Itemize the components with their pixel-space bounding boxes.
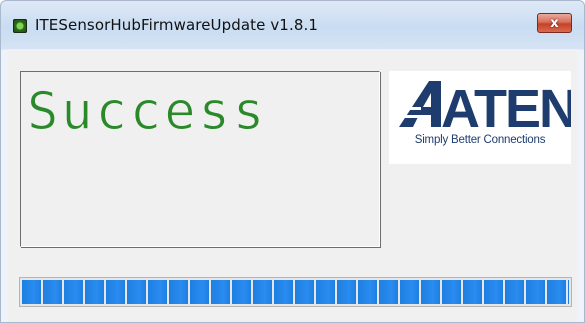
window-title: ITESensorHubFirmwareUpdate v1.8.1 [35, 16, 318, 34]
app-chip-icon [13, 19, 27, 33]
aten-logo-mark: ATEN [397, 79, 571, 137]
status-text: Success [26, 82, 268, 143]
aten-brand-text: ATEN [441, 79, 571, 137]
aten-logo: ATEN Simply Better Connections [389, 71, 571, 164]
progress-bar [19, 277, 572, 307]
close-button[interactable]: x [537, 13, 572, 33]
window-client-area: Success ATEN Simply Better Connections [8, 49, 577, 322]
title-bar[interactable]: ITESensorHubFirmwareUpdate v1.8.1 x [1, 1, 584, 49]
logo-tagline: Simply Better Connections [414, 134, 546, 146]
app-window: ITESensorHubFirmwareUpdate v1.8.1 x Succ… [0, 0, 585, 323]
close-icon: x [550, 15, 559, 31]
status-panel: Success [20, 71, 380, 247]
progress-fill [22, 280, 569, 304]
